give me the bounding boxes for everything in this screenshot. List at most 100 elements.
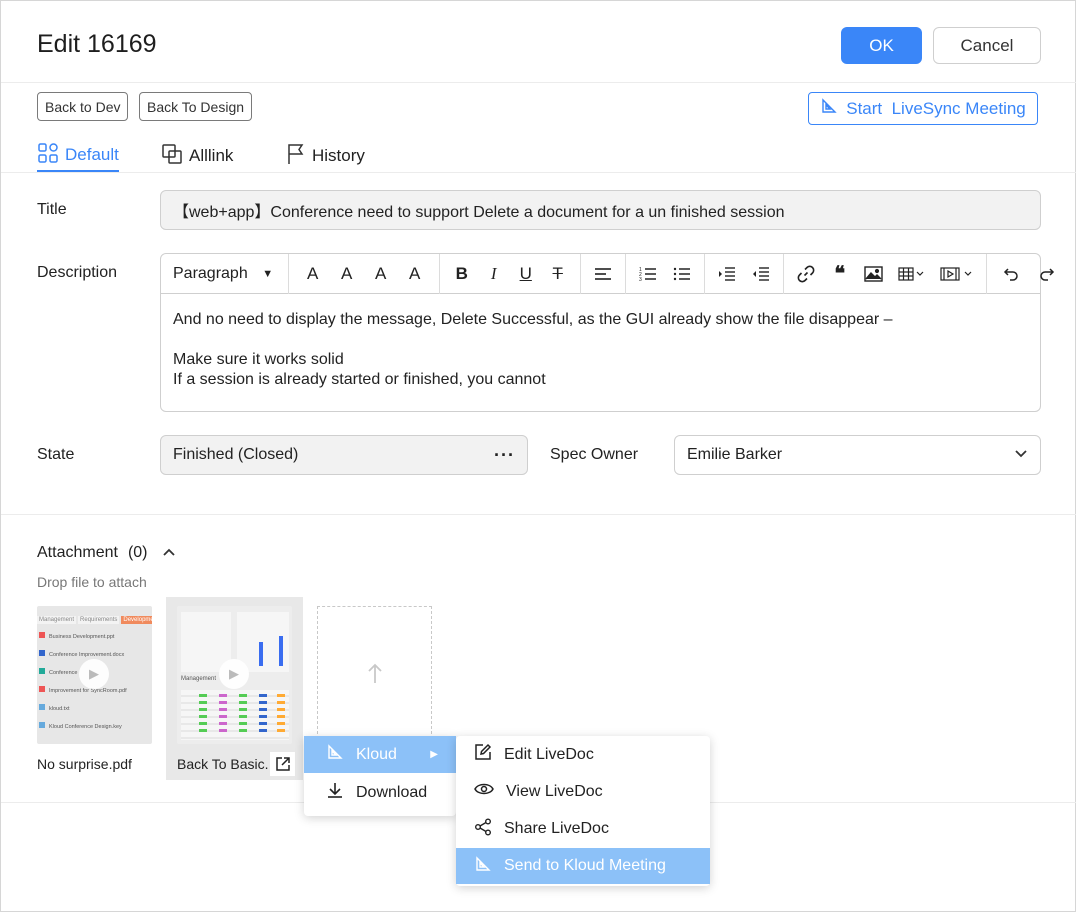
indent-group <box>705 253 784 294</box>
font-size-2-icon[interactable]: A <box>337 264 357 284</box>
apps-icon <box>37 142 59 169</box>
thumb-tab: Management <box>37 616 77 624</box>
description-editor: Paragraph ▼ A A A A B I U T 1 2 3 ❝ And … <box>160 253 1054 412</box>
kloud-submenu: Edit LiveDoc View LiveDoc Share LiveDoc … <box>456 736 710 886</box>
format-group: B I U T <box>440 253 581 294</box>
image-icon[interactable] <box>864 265 884 282</box>
upload-dropzone[interactable] <box>317 606 432 744</box>
start-livesync-button[interactable]: Start LiveSync Meeting <box>808 92 1038 125</box>
submenu-item-edit-livedoc[interactable]: Edit LiveDoc <box>456 736 710 773</box>
submenu-item-label: Share LiveDoc <box>504 820 609 837</box>
history-group <box>987 254 1071 294</box>
state-label: State <box>37 446 75 463</box>
attachment-title: Attachment <box>37 544 118 561</box>
spec-owner-value: Emilie Barker <box>687 446 783 463</box>
font-size-1-icon[interactable]: A <box>303 264 323 284</box>
link-icon[interactable] <box>796 265 816 283</box>
thumb-file-item: Business Development.ppt <box>39 628 150 646</box>
font-size-4-icon[interactable]: A <box>405 264 425 284</box>
description-line: If a session is already started or finis… <box>173 371 546 388</box>
submenu-item-view-livedoc[interactable]: View LiveDoc <box>456 773 710 810</box>
divider <box>1 172 1076 173</box>
ordered-list-icon[interactable]: 123 <box>638 266 658 282</box>
thumb-tab: Development <box>121 616 152 624</box>
bold-icon[interactable]: B <box>452 264 472 284</box>
ok-button[interactable]: OK <box>841 27 922 64</box>
upload-arrow-icon <box>366 662 384 689</box>
editor-toolbar: Paragraph ▼ A A A A B I U T 1 2 3 ❝ <box>161 253 1054 294</box>
submenu-item-send-to-kloud-meeting[interactable]: Send to Kloud Meeting <box>456 848 710 884</box>
italic-icon[interactable]: I <box>484 264 504 284</box>
play-icon[interactable]: ▶ <box>79 659 109 689</box>
svg-text:3: 3 <box>639 277 642 282</box>
title-input[interactable]: 【web+app】Conference need to support Dele… <box>160 190 1041 230</box>
submenu-item-share-livedoc[interactable]: Share LiveDoc <box>456 810 710 848</box>
thumb-tab: Requirements <box>78 616 120 624</box>
attachment-filename: Back To Basic. <box>177 756 269 772</box>
tab-history-label: History <box>312 146 365 165</box>
attachment-filename: No surprise.pdf <box>37 756 132 772</box>
bullet-list-icon[interactable] <box>672 266 692 282</box>
table-icon[interactable] <box>898 266 926 281</box>
quote-icon[interactable]: ❝ <box>830 261 850 286</box>
heading-group: A A A A <box>289 253 440 294</box>
font-size-3-icon[interactable]: A <box>371 264 391 284</box>
tab-default[interactable]: Default <box>37 140 119 172</box>
description-label: Description <box>37 264 118 281</box>
description-content[interactable]: And no need to display the message, Dele… <box>161 294 1040 406</box>
menu-item-download[interactable]: Download <box>304 773 456 812</box>
list-group: 123 <box>626 253 705 294</box>
kloud-icon <box>474 855 492 878</box>
redo-icon[interactable] <box>1037 266 1057 282</box>
submenu-item-label: View LiveDoc <box>506 782 603 800</box>
video-icon[interactable] <box>940 266 974 281</box>
attachment-header[interactable]: Attachment (0) <box>37 544 176 562</box>
tab-default-label: Default <box>65 145 119 164</box>
context-menu: Kloud ▶ Download <box>304 736 456 816</box>
menu-item-label: Download <box>356 783 428 801</box>
title-label: Title <box>37 201 67 218</box>
attachment-thumbnail[interactable]: Management Requirements Development De B… <box>37 606 152 744</box>
outdent-icon[interactable] <box>751 266 771 282</box>
tab-alllink-label: Alllink <box>189 146 234 165</box>
menu-item-kloud[interactable]: Kloud ▶ <box>304 736 456 773</box>
submenu-item-label: Send to Kloud Meeting <box>504 857 666 874</box>
align-left-icon[interactable] <box>593 266 613 282</box>
spec-owner-select[interactable]: Emilie Barker <box>674 435 1041 475</box>
back-to-design-button[interactable]: Back To Design <box>139 92 253 121</box>
title-value: 【web+app】Conference need to support Dele… <box>173 204 785 221</box>
divider <box>1 514 1076 515</box>
undo-icon[interactable] <box>1001 266 1021 282</box>
play-icon[interactable]: ▶ <box>219 659 249 689</box>
flag-icon <box>286 143 306 170</box>
thumb-file-item: kloud.txt <box>39 700 150 718</box>
copy-link-icon <box>161 143 183 170</box>
description-line <box>173 330 1028 350</box>
more-icon[interactable]: ··· <box>494 445 515 466</box>
download-icon <box>326 781 344 804</box>
description-line: And no need to display the message, Dele… <box>173 311 893 328</box>
open-external-icon[interactable] <box>270 752 295 776</box>
state-field[interactable]: Finished (Closed) ··· <box>160 435 528 475</box>
caret-right-icon: ▶ <box>430 749 438 760</box>
strikethrough-icon[interactable]: T <box>548 264 568 284</box>
underline-icon[interactable]: U <box>516 264 536 284</box>
attachment-thumbnail[interactable]: Management ▶ <box>177 606 292 744</box>
paragraph-select[interactable]: Paragraph ▼ <box>161 253 289 294</box>
thumb-file-item: Kloud Conference Design.key <box>39 718 150 736</box>
cancel-button[interactable]: Cancel <box>933 27 1041 64</box>
edit-icon <box>474 743 492 766</box>
kloud-icon <box>326 743 344 766</box>
indent-icon[interactable] <box>717 266 737 282</box>
align-group <box>581 253 626 294</box>
insert-group: ❝ <box>784 253 987 294</box>
drop-hint: Drop file to attach <box>37 574 147 590</box>
chevron-up-icon[interactable] <box>162 544 176 562</box>
tab-alllink[interactable]: Alllink <box>161 140 233 172</box>
tab-history[interactable]: History <box>286 140 365 172</box>
thumb-heading: Management <box>181 676 217 682</box>
spec-owner-label: Spec Owner <box>550 446 639 463</box>
submenu-item-label: Edit LiveDoc <box>504 745 594 763</box>
back-to-dev-button[interactable]: Back to Dev <box>37 92 129 121</box>
edit-dialog: Edit 16169 OK Cancel Back to Dev Back To… <box>0 0 1076 912</box>
